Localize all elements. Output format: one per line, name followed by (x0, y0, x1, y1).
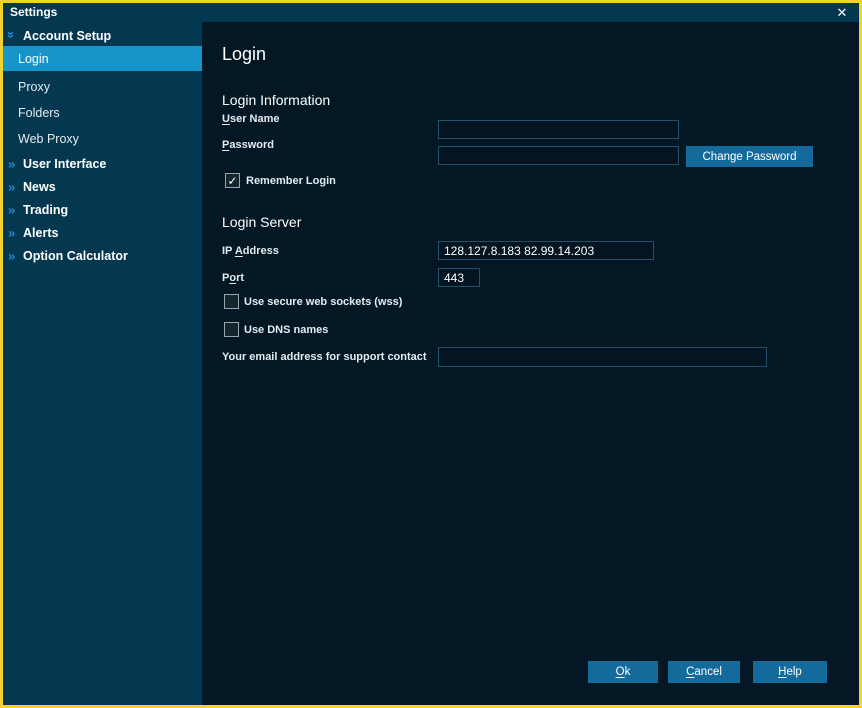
port-label: Port (222, 272, 244, 284)
sidebar-item-label: Trading (23, 203, 68, 217)
sidebar-item-label: Alerts (23, 226, 58, 240)
cancel-button[interactable]: Cancel (668, 661, 740, 683)
chevron-right-icon: » (8, 226, 15, 239)
ok-button[interactable]: Ok (588, 661, 658, 683)
port-input[interactable] (438, 268, 480, 287)
check-icon: ✓ (227, 175, 237, 187)
support-email-label: Your email address for support contact (222, 351, 427, 363)
chevron-right-icon: » (8, 180, 15, 193)
sidebar-item-label: Folders (18, 106, 60, 120)
sidebar-item-label: User Interface (23, 157, 106, 171)
login-server-section-title: Login Server (222, 214, 301, 230)
sidebar-item-option-calculator[interactable]: » Option Calculator (3, 244, 202, 267)
sidebar-item-account-setup[interactable]: » Account Setup (3, 26, 202, 46)
login-information-section-title: Login Information (222, 92, 330, 108)
sidebar-item-label: Proxy (18, 80, 50, 94)
sidebar-item-alerts[interactable]: » Alerts (3, 221, 202, 244)
user-name-label: User Name (222, 113, 280, 125)
sidebar-item-label: News (23, 180, 56, 194)
sidebar-item-folders[interactable]: Folders (3, 101, 202, 125)
sidebar-item-trading[interactable]: » Trading (3, 198, 202, 221)
sidebar-item-user-interface[interactable]: » User Interface (3, 152, 202, 175)
window-title: Settings (10, 3, 57, 22)
user-name-input[interactable] (438, 120, 679, 139)
sidebar-item-label: Account Setup (23, 29, 111, 43)
chevron-right-icon: » (8, 157, 15, 170)
sidebar-item-label: Login (18, 52, 49, 66)
chevron-down-icon: » (5, 31, 18, 38)
sidebar-item-label: Web Proxy (18, 132, 79, 146)
sidebar-item-proxy[interactable]: Proxy (3, 75, 202, 99)
titlebar: Settings ✕ (3, 3, 859, 22)
help-button[interactable]: Help (753, 661, 827, 683)
page-title: Login (222, 44, 266, 65)
use-dns-names-label: Use DNS names (244, 324, 328, 336)
close-icon[interactable]: ✕ (833, 3, 851, 22)
sidebar-item-web-proxy[interactable]: Web Proxy (3, 127, 202, 151)
login-settings-panel: Login Login Information User Name Passwo… (202, 22, 859, 705)
remember-login-checkbox[interactable]: ✓ (225, 173, 240, 188)
use-wss-label: Use secure web sockets (wss) (244, 296, 402, 308)
use-wss-checkbox[interactable] (224, 294, 239, 309)
change-password-button[interactable]: Change Password (686, 146, 813, 167)
settings-sidebar: » Account Setup Login Proxy Folders Web … (3, 22, 202, 705)
chevron-right-icon: » (8, 249, 15, 262)
ip-address-label: IP Address (222, 245, 279, 257)
password-label: Password (222, 139, 274, 151)
remember-login-label: Remember Login (246, 175, 336, 187)
sidebar-item-login[interactable]: Login (3, 46, 202, 71)
password-input[interactable] (438, 146, 679, 165)
support-email-input[interactable] (438, 347, 767, 367)
ip-address-input[interactable] (438, 241, 654, 260)
sidebar-item-news[interactable]: » News (3, 175, 202, 198)
use-dns-names-checkbox[interactable] (224, 322, 239, 337)
chevron-right-icon: » (8, 203, 15, 216)
sidebar-item-label: Option Calculator (23, 249, 128, 263)
settings-dialog: Settings ✕ » Account Setup Login Proxy F… (0, 0, 862, 708)
